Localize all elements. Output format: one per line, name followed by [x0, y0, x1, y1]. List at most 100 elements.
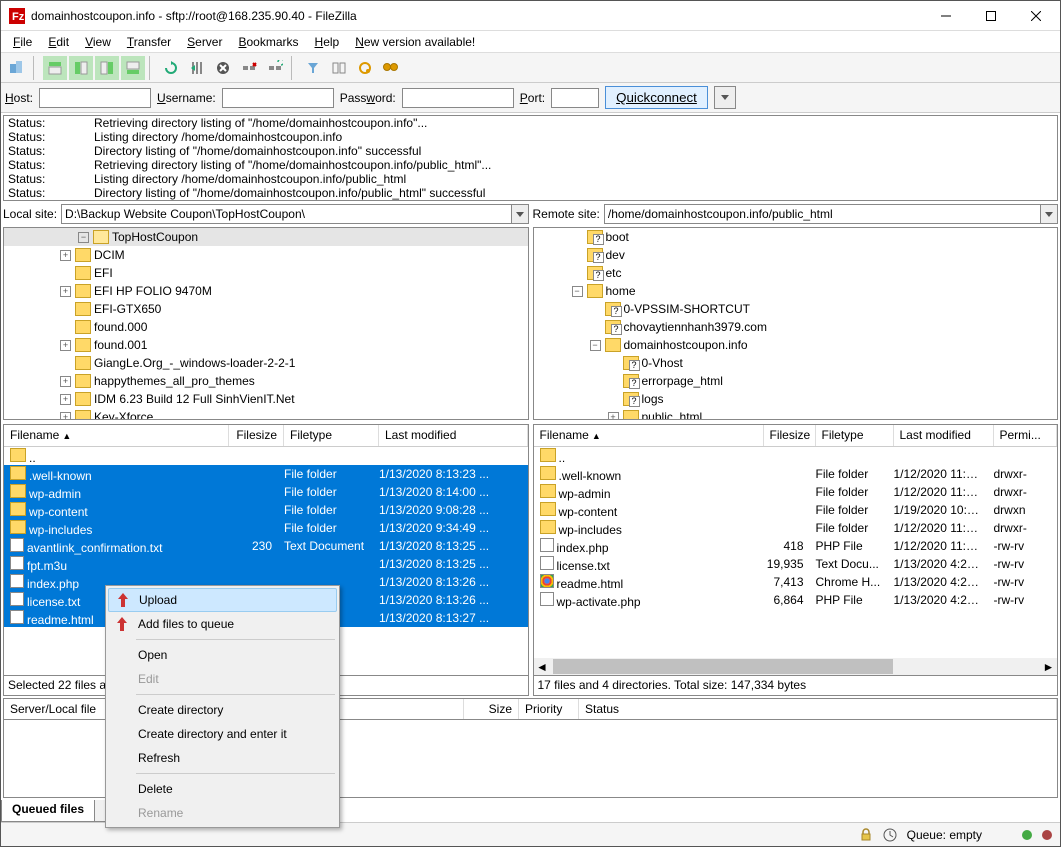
- col-filetype[interactable]: Filetype: [816, 425, 894, 446]
- minimize-button[interactable]: [923, 1, 968, 30]
- password-input[interactable]: [402, 88, 514, 108]
- tree-item[interactable]: chovaytiennhanh3979.com: [534, 318, 1058, 336]
- remote-path-combo[interactable]: [604, 204, 1058, 224]
- toggle-remote-tree-icon[interactable]: [95, 56, 119, 80]
- tree-item[interactable]: 0-VPSSIM-SHORTCUT: [534, 300, 1058, 318]
- ctx-delete[interactable]: Delete: [108, 777, 337, 801]
- col-priority[interactable]: Priority: [519, 699, 579, 719]
- col-permissions[interactable]: Permi...: [994, 425, 1058, 446]
- site-manager-icon[interactable]: [5, 56, 29, 80]
- tree-item[interactable]: +EFI HP FOLIO 9470M: [4, 282, 528, 300]
- file-row[interactable]: index.php418PHP File1/12/2020 11:5...-rw…: [534, 537, 1058, 555]
- file-row[interactable]: avantlink_confirmation.txt230Text Docume…: [4, 537, 528, 555]
- menu-bookmarks[interactable]: Bookmarks: [230, 33, 306, 51]
- maximize-button[interactable]: [968, 1, 1013, 30]
- file-row[interactable]: wp-includesFile folder1/12/2020 11:5...d…: [534, 519, 1058, 537]
- remote-tree[interactable]: bootdevetc−home0-VPSSIM-SHORTCUTchovayti…: [533, 227, 1059, 420]
- file-row[interactable]: wp-adminFile folder1/12/2020 11:5...drwx…: [534, 483, 1058, 501]
- file-row[interactable]: wp-includesFile folder1/13/2020 9:34:49 …: [4, 519, 528, 537]
- file-row[interactable]: wp-contentFile folder1/19/2020 10:0...dr…: [534, 501, 1058, 519]
- ctx-create-directory-enter[interactable]: Create directory and enter it: [108, 722, 337, 746]
- chevron-down-icon[interactable]: [511, 205, 528, 223]
- tree-item[interactable]: −home: [534, 282, 1058, 300]
- file-row[interactable]: wp-adminFile folder1/13/2020 8:14:00 ...: [4, 483, 528, 501]
- quickconnect-dropdown[interactable]: [714, 86, 736, 109]
- process-queue-icon[interactable]: [185, 56, 209, 80]
- tree-item[interactable]: etc: [534, 264, 1058, 282]
- file-row[interactable]: .well-knownFile folder1/12/2020 11:5...d…: [534, 465, 1058, 483]
- close-button[interactable]: [1013, 1, 1058, 30]
- chevron-down-icon[interactable]: [1040, 205, 1057, 223]
- remote-path-input[interactable]: [605, 205, 1040, 223]
- menu-server[interactable]: Server: [179, 33, 230, 51]
- host-input[interactable]: [39, 88, 151, 108]
- ctx-upload[interactable]: Upload: [108, 588, 337, 612]
- col-filename[interactable]: Filename▲: [534, 425, 764, 446]
- tree-item[interactable]: errorpage_html: [534, 372, 1058, 390]
- tree-item[interactable]: GiangLe.Org_-_windows-loader-2-2-1: [4, 354, 528, 372]
- quickconnect-button[interactable]: Quickconnect: [605, 86, 708, 109]
- horizontal-scrollbar[interactable]: ◄ ►: [534, 658, 1058, 675]
- tree-item[interactable]: +Key-Xforce: [4, 408, 528, 420]
- remote-file-list[interactable]: Filename▲ Filesize Filetype Last modifie…: [533, 424, 1059, 676]
- tree-item[interactable]: boot: [534, 228, 1058, 246]
- file-row[interactable]: license.txt19,935Text Docu...1/13/2020 4…: [534, 555, 1058, 573]
- tree-item[interactable]: −domainhostcoupon.info: [534, 336, 1058, 354]
- reconnect-icon[interactable]: [263, 56, 287, 80]
- tree-item[interactable]: +DCIM: [4, 246, 528, 264]
- menu-edit[interactable]: Edit: [40, 33, 77, 51]
- port-input[interactable]: [551, 88, 599, 108]
- toggle-tree-icon[interactable]: [69, 56, 93, 80]
- tree-item[interactable]: +happythemes_all_pro_themes: [4, 372, 528, 390]
- file-row[interactable]: wp-contentFile folder1/13/2020 9:08:28 .…: [4, 501, 528, 519]
- tree-item[interactable]: +public_html: [534, 408, 1058, 420]
- filter-icon[interactable]: [301, 56, 325, 80]
- message-log[interactable]: Status:Retrieving directory listing of "…: [3, 115, 1058, 201]
- tree-item[interactable]: dev: [534, 246, 1058, 264]
- col-filetype[interactable]: Filetype: [284, 425, 379, 446]
- menu-help[interactable]: Help: [307, 33, 348, 51]
- local-tree[interactable]: −TopHostCoupon+DCIMEFI+EFI HP FOLIO 9470…: [3, 227, 529, 420]
- file-row[interactable]: fpt.m3u1/13/2020 8:13:25 ...: [4, 555, 528, 573]
- local-path-combo[interactable]: [61, 204, 528, 224]
- ctx-refresh[interactable]: Refresh: [108, 746, 337, 770]
- tree-item[interactable]: −TopHostCoupon: [4, 228, 528, 246]
- tab-queued-files[interactable]: Queued files: [1, 800, 95, 822]
- menu-new-version[interactable]: New version available!: [347, 33, 483, 51]
- file-row[interactable]: ..: [534, 447, 1058, 465]
- col-filesize[interactable]: Filesize: [764, 425, 816, 446]
- col-status[interactable]: Status: [579, 699, 1057, 719]
- search-icon[interactable]: [379, 56, 403, 80]
- tree-item[interactable]: +found.001: [4, 336, 528, 354]
- file-row[interactable]: wp-activate.php6,864PHP File1/13/2020 4:…: [534, 591, 1058, 609]
- toggle-queue-icon[interactable]: [121, 56, 145, 80]
- refresh-icon[interactable]: [159, 56, 183, 80]
- file-row[interactable]: ..: [4, 447, 528, 465]
- col-filename[interactable]: Filename▲: [4, 425, 229, 446]
- tree-item[interactable]: EFI-GTX650: [4, 300, 528, 318]
- tree-item[interactable]: found.000: [4, 318, 528, 336]
- toggle-log-icon[interactable]: [43, 56, 67, 80]
- tree-item[interactable]: 0-Vhost: [534, 354, 1058, 372]
- username-input[interactable]: [222, 88, 334, 108]
- col-last-modified[interactable]: Last modified: [379, 425, 528, 446]
- col-last-modified[interactable]: Last modified: [894, 425, 994, 446]
- col-size[interactable]: Size: [464, 699, 519, 719]
- menu-view[interactable]: View: [77, 33, 119, 51]
- ctx-create-directory[interactable]: Create directory: [108, 698, 337, 722]
- disconnect-icon[interactable]: [237, 56, 261, 80]
- tree-item[interactable]: EFI: [4, 264, 528, 282]
- ctx-open[interactable]: Open: [108, 643, 337, 667]
- tree-item[interactable]: logs: [534, 390, 1058, 408]
- cancel-icon[interactable]: [211, 56, 235, 80]
- local-path-input[interactable]: [62, 205, 510, 223]
- file-row[interactable]: readme.html7,413Chrome H...1/13/2020 4:2…: [534, 573, 1058, 591]
- ctx-add-to-queue[interactable]: Add files to queue: [108, 612, 337, 636]
- tree-item[interactable]: +IDM 6.23 Build 12 Full SinhVienIT.Net: [4, 390, 528, 408]
- file-row[interactable]: .well-knownFile folder1/13/2020 8:13:23 …: [4, 465, 528, 483]
- col-filesize[interactable]: Filesize: [229, 425, 284, 446]
- menu-file[interactable]: File: [5, 33, 40, 51]
- menu-transfer[interactable]: Transfer: [119, 33, 179, 51]
- sync-browse-icon[interactable]: [353, 56, 377, 80]
- compare-icon[interactable]: [327, 56, 351, 80]
